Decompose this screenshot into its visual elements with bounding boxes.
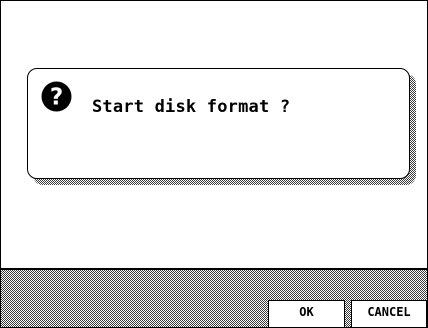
lcd-screen: ? Start disk format ? OK CANCEL	[0, 0, 428, 328]
svg-text:?: ?	[50, 85, 63, 111]
cancel-button[interactable]: CANCEL	[351, 300, 427, 327]
button-bar: OK CANCEL	[1, 268, 427, 327]
question-icon: ?	[41, 81, 72, 112]
confirm-dialog: ? Start disk format ?	[27, 68, 410, 179]
ok-button[interactable]: OK	[268, 300, 345, 327]
dialog-message: Start disk format ?	[92, 97, 291, 117]
